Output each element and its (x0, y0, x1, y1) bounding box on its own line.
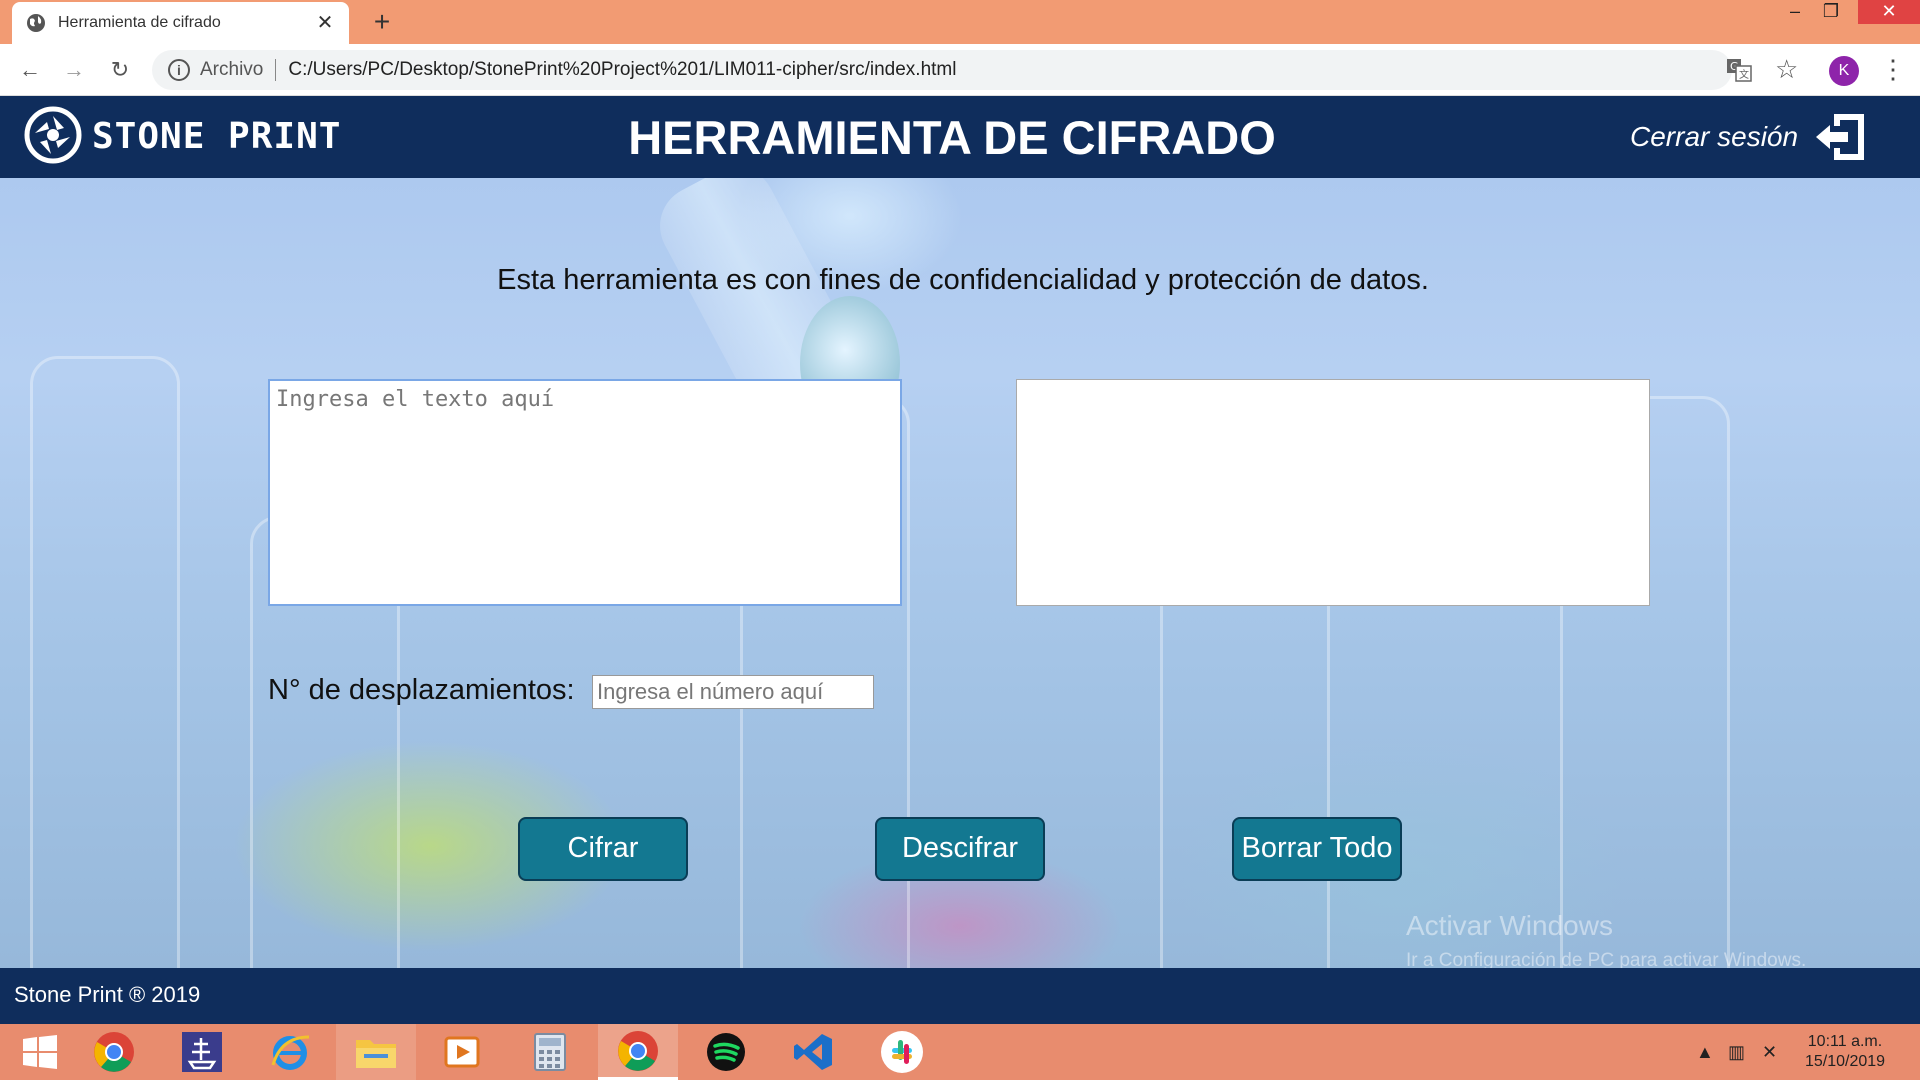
browser-toolbar: ← → ↻ i Archivo C:/Users/PC/Desktop/Ston… (0, 44, 1920, 96)
restore-icon[interactable]: ❐ (1808, 0, 1854, 24)
footer-text: Stone Print ® 2019 (14, 982, 201, 1007)
test-tube-image (30, 356, 180, 1024)
vscode-icon[interactable] (774, 1024, 854, 1080)
chrome-icon[interactable] (74, 1024, 154, 1080)
app-footer: Stone Print ® 2019 (0, 968, 1920, 1024)
translate-icon[interactable]: G 文 (1726, 58, 1752, 82)
shift-number-input[interactable] (592, 675, 874, 709)
internet-explorer-icon[interactable] (250, 1024, 330, 1080)
intro-text: Esta herramienta es con fines de confide… (497, 264, 1429, 296)
close-tab-icon[interactable]: ✕ (315, 13, 335, 33)
plain-text-input[interactable] (268, 379, 902, 606)
more-menu-icon[interactable]: ⋮ (1880, 54, 1906, 84)
url-scheme: Archivo (200, 59, 264, 80)
page-content: STONE PRINT HERRAMIENTA DE CIFRADO Cerra… (0, 96, 1920, 1024)
browser-tabstrip: Herramienta de cifrado ✕ + – ❐ ✕ (0, 0, 1920, 44)
tray-expand-icon[interactable]: ▲ (1696, 1042, 1714, 1063)
globe-icon (27, 14, 45, 32)
profile-avatar[interactable]: K (1829, 56, 1859, 86)
slack-icon[interactable] (862, 1024, 942, 1080)
os-taskbar: ▲ ▥ ✕ 10:11 a.m. 15/10/2019 (0, 1024, 1920, 1080)
spotify-icon[interactable] (686, 1024, 766, 1080)
reload-icon[interactable]: ↻ (106, 56, 134, 84)
forward-arrow-icon[interactable]: → (60, 56, 88, 84)
result-output[interactable] (1016, 379, 1650, 606)
file-explorer-icon[interactable] (336, 1024, 416, 1080)
watermark-title: Activar Windows (1406, 910, 1613, 941)
svg-text:文: 文 (1739, 68, 1749, 81)
address-bar[interactable]: i Archivo C:/Users/PC/Desktop/StonePrint… (152, 50, 1732, 90)
app-header: STONE PRINT HERRAMIENTA DE CIFRADO Cerra… (0, 96, 1920, 178)
ship-app-icon[interactable] (162, 1024, 242, 1080)
page-title: HERRAMIENTA DE CIFRADO (628, 111, 1276, 164)
system-clock[interactable]: 10:11 a.m. 15/10/2019 (1790, 1032, 1900, 1072)
address-divider (275, 59, 277, 81)
activation-watermark: Activar Windows Ir a Configuración de PC… (1406, 910, 1806, 972)
network-icon[interactable]: ▥ (1728, 1042, 1745, 1063)
bookmark-star-icon[interactable]: ☆ (1775, 54, 1798, 85)
chrome-active-icon[interactable] (598, 1024, 678, 1080)
clock-time: 10:11 a.m. (1807, 1033, 1883, 1050)
windows-start-icon[interactable] (0, 1024, 80, 1080)
logout-button[interactable]: Cerrar sesión (1630, 108, 1870, 166)
tab-title: Herramienta de cifrado (58, 14, 221, 31)
calculator-icon[interactable] (510, 1024, 590, 1080)
logout-label: Cerrar sesión (1630, 121, 1799, 152)
volume-muted-icon[interactable]: ✕ (1762, 1042, 1777, 1063)
new-tab-icon[interactable]: + (366, 6, 398, 38)
clock-date: 15/10/2019 (1804, 1053, 1886, 1070)
decrypt-button[interactable]: Descifrar (875, 817, 1045, 881)
close-window-icon[interactable]: ✕ (1858, 0, 1920, 24)
browser-tab[interactable]: Herramienta de cifrado ✕ (12, 2, 349, 44)
info-icon[interactable]: i (168, 59, 190, 81)
media-player-icon[interactable] (422, 1024, 502, 1080)
back-arrow-icon[interactable]: ← (16, 56, 44, 84)
clear-all-button[interactable]: Borrar Todo (1232, 817, 1402, 881)
encrypt-button[interactable]: Cifrar (518, 817, 688, 881)
shift-label: N° de desplazamientos: (268, 674, 575, 706)
logout-door-icon (1816, 114, 1865, 160)
url-text[interactable]: C:/Users/PC/Desktop/StonePrint%20Project… (288, 59, 956, 81)
